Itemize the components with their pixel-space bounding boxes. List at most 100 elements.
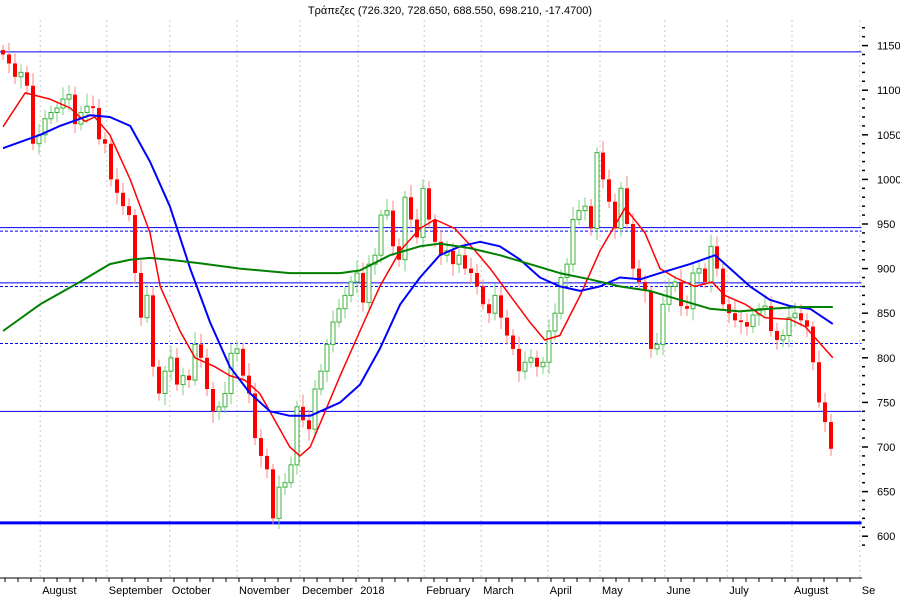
y-tick-label: 750 [877, 397, 895, 409]
x-tick-label: October [172, 585, 211, 597]
candle-body [552, 312, 558, 332]
candle-body [546, 330, 552, 363]
candle-body [121, 192, 125, 207]
candle [228, 343, 234, 405]
horizontal-levels [0, 51, 862, 525]
candle-body [589, 206, 593, 229]
x-axis: August September October November December 20… [0, 577, 875, 597]
candle [817, 350, 821, 408]
x-tick-label: February [426, 585, 471, 597]
candle [199, 333, 203, 368]
candle [475, 264, 479, 295]
candle-body [799, 313, 803, 321]
candle-body [288, 464, 294, 484]
candle [384, 199, 390, 221]
x-tick-label: April [550, 585, 572, 597]
candle [696, 261, 702, 282]
candle-body [7, 54, 11, 64]
candle [366, 255, 372, 309]
candle [151, 286, 155, 377]
candle [115, 167, 119, 205]
candle-body [823, 402, 827, 423]
candle [451, 242, 455, 276]
candle-body [25, 72, 29, 86]
candle-body [133, 215, 137, 274]
candle-body [469, 268, 473, 274]
candle [211, 381, 215, 423]
candle-body [631, 224, 635, 269]
y-tick-label: 700 [877, 442, 895, 454]
candle-body [168, 357, 174, 372]
candle [216, 401, 222, 421]
candle [769, 296, 773, 337]
candle [805, 313, 809, 338]
candle [13, 53, 17, 84]
candle-body [463, 255, 467, 269]
candle-body [607, 179, 611, 202]
candle [439, 230, 443, 266]
candle-body [475, 273, 479, 287]
candle [54, 102, 60, 123]
candle-body [276, 486, 282, 519]
candle [241, 342, 245, 381]
candle [607, 169, 611, 208]
candle [60, 87, 66, 116]
candle-body [492, 294, 498, 314]
y-tick-label: 950 [877, 219, 895, 231]
x-tick-label: September [109, 585, 163, 597]
candle-body [805, 320, 809, 327]
candle [84, 93, 90, 124]
candle [144, 284, 150, 324]
candle-body [259, 438, 263, 456]
x-tick-label: March [483, 585, 514, 597]
candle [690, 264, 696, 321]
candle-body [727, 304, 731, 314]
candle [276, 475, 282, 530]
candle-body [415, 219, 419, 238]
candle [91, 95, 95, 117]
candle-body [84, 105, 90, 113]
candle-body [199, 344, 203, 358]
candle [42, 109, 48, 143]
candle-body [775, 331, 779, 340]
y-tick-label: 1150 [877, 41, 900, 53]
candle [288, 456, 294, 489]
candle-body [312, 388, 318, 430]
candle [528, 348, 534, 368]
candle [589, 199, 593, 236]
candle-body [366, 263, 372, 303]
candle-body [522, 361, 528, 372]
candle-body [660, 303, 666, 345]
candle [25, 66, 29, 95]
y-tick-label: 650 [877, 487, 895, 499]
candle [576, 199, 582, 225]
candle-body [91, 106, 95, 109]
candle [456, 248, 462, 274]
y-tick-label: 1050 [877, 130, 900, 142]
candle [378, 209, 384, 264]
candle-body [144, 294, 150, 319]
candle-body [499, 295, 503, 318]
x-tick-label: November [239, 585, 290, 597]
candle [535, 350, 539, 377]
candle [511, 329, 515, 356]
candle [564, 257, 570, 289]
chart-title: Τράπεζες (726.320, 728.650, 688.550, 698… [308, 5, 592, 17]
candle [36, 124, 42, 155]
y-tick-label: 1100 [877, 85, 900, 97]
candle-body [265, 455, 269, 470]
candle [265, 448, 269, 479]
candle [402, 190, 408, 272]
candle-body [535, 357, 539, 367]
candle-body [324, 343, 330, 372]
candle-body [601, 152, 605, 180]
candle-body [361, 273, 365, 303]
candle [409, 184, 413, 229]
candle [745, 313, 749, 336]
candle [336, 298, 342, 328]
candle [7, 42, 11, 74]
candle [733, 300, 737, 328]
candle [348, 275, 354, 303]
candle [570, 207, 576, 273]
candle-body [685, 306, 689, 309]
